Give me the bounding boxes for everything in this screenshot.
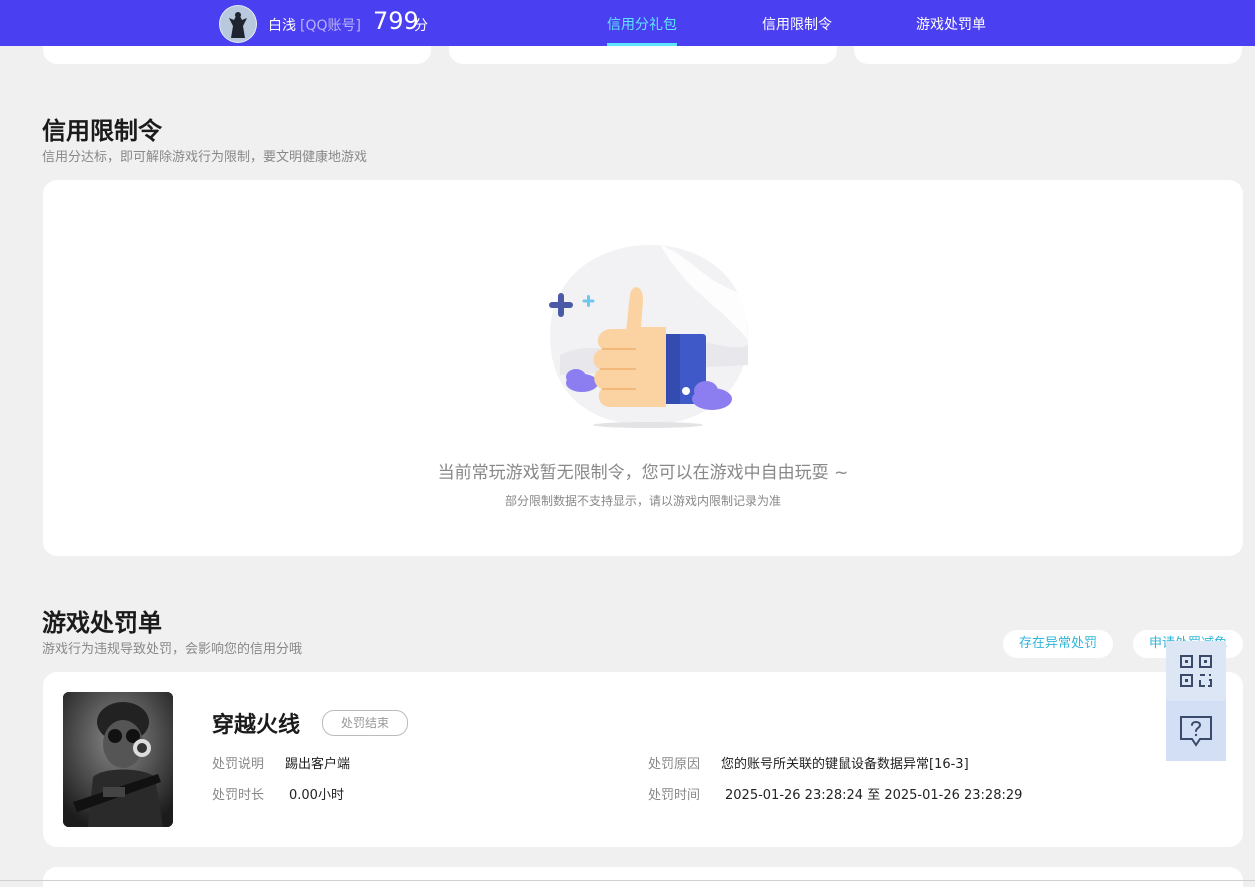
credit-score: 799 — [373, 7, 419, 35]
penalty-duration-label: 处罚时长 — [212, 788, 265, 803]
page-bottom-divider — [0, 880, 1255, 881]
user-avatar[interactable] — [219, 5, 257, 43]
tab-credit-gift[interactable]: 信用分礼包 — [607, 14, 677, 34]
penalty-reason-value: 您的账号所关联的键鼠设备数据异常[16-3] — [721, 757, 969, 772]
tab-game-penalty[interactable]: 游戏处罚单 — [916, 14, 986, 34]
game-thumbnail — [63, 692, 173, 827]
empty-state-note: 部分限制数据不支持显示，请以游戏内限制记录为准 — [504, 494, 781, 508]
thumbs-up-illustration — [549, 245, 749, 428]
help-button[interactable] — [1166, 701, 1226, 761]
next-penalty-card — [43, 867, 1243, 887]
restriction-section-title: 信用限制令 — [42, 117, 162, 145]
game-name: 穿越火线 — [212, 713, 301, 738]
penalty-status-badge: 处罚结束 — [322, 710, 408, 736]
penalty-desc-value: 踢出客户端 — [285, 757, 351, 772]
user-name: 白浅 — [268, 18, 296, 34]
credit-score-unit: 分 — [414, 18, 428, 34]
account-type: [QQ账号] — [300, 18, 361, 34]
penalty-duration-value: 0.00小时 — [289, 788, 344, 803]
qr-code-icon — [1180, 655, 1212, 687]
qr-code-button[interactable] — [1166, 641, 1226, 701]
penalty-time-value: 2025-01-26 23:28:24 至 2025-01-26 23:28:2… — [725, 788, 1023, 803]
penalty-section-title: 游戏处罚单 — [42, 609, 162, 637]
restriction-panel: 当前常玩游戏暂无限制令，您可以在游戏中自由玩耍 ~ 部分限制数据不支持显示，请以… — [43, 180, 1243, 556]
penalty-record-card: 穿越火线 处罚结束 处罚说明 踢出客户端 处罚时长 0.00小时 处罚原因 您的… — [43, 672, 1243, 847]
help-chat-icon — [1180, 716, 1212, 747]
restriction-section-subtitle: 信用分达标，即可解除游戏行为限制，要文明健康地游戏 — [42, 150, 368, 165]
tab-credit-restriction[interactable]: 信用限制令 — [762, 14, 832, 34]
penalty-desc-label: 处罚说明 — [212, 757, 265, 772]
penalty-section-subtitle: 游戏行为违规导致处罚，会影响您的信用分哦 — [42, 642, 303, 657]
penalty-time-label: 处罚时间 — [648, 788, 701, 803]
active-tab-indicator — [607, 43, 677, 46]
top-navigation-bar: 白浅 [QQ账号] 799 分 信用分礼包 信用限制令 游戏处罚单 — [0, 0, 1255, 46]
penalty-reason-label: 处罚原因 — [648, 757, 701, 772]
abnormal-penalty-button[interactable]: 存在异常处罚 — [1003, 630, 1113, 658]
empty-state-message: 当前常玩游戏暂无限制令，您可以在游戏中自由玩耍 ~ — [437, 463, 849, 483]
